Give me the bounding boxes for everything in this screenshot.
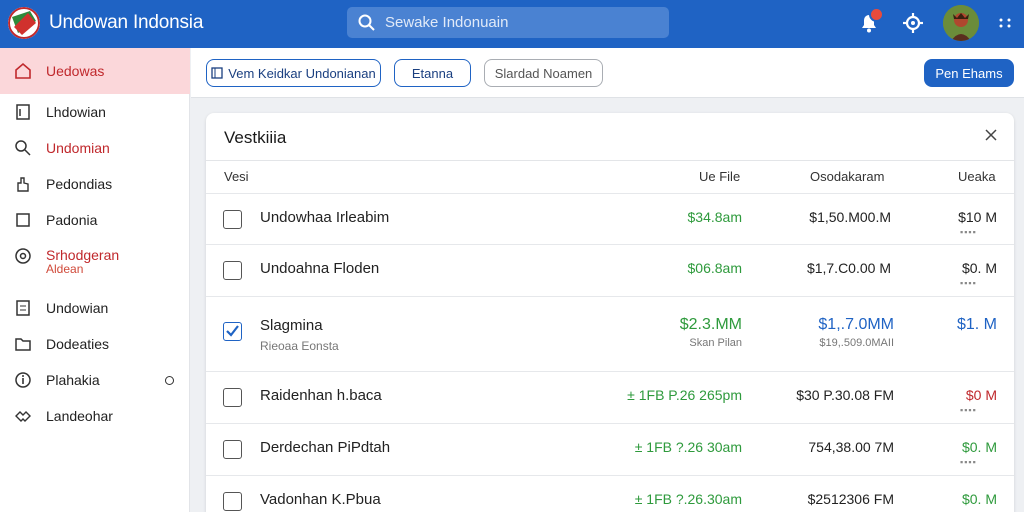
sidebar-item-pedondias[interactable]: Pedondias (0, 166, 190, 202)
slardad-noamen-button[interactable]: Slardad Noamen (484, 59, 603, 87)
more-icon[interactable]: ▪▪▪▪ (960, 278, 977, 288)
pen-ehams-button[interactable]: Pen Ehams (924, 59, 1014, 87)
sidebar-item-uedowas[interactable]: Uedowas (0, 48, 190, 94)
sidebar-item-undowian[interactable]: Undowian (0, 290, 190, 326)
search-icon (15, 140, 31, 156)
list-icon (16, 300, 30, 316)
more-icon[interactable]: ▪▪▪▪ (960, 227, 977, 237)
square-icon (16, 213, 30, 227)
table-row[interactable]: Vadonhan K.Pbua ± 1FB ?.26.30am $2512306… (206, 475, 1014, 512)
avatar[interactable] (943, 5, 979, 41)
row-checkbox[interactable] (223, 322, 242, 341)
notification-badge (869, 7, 884, 22)
search-icon (358, 14, 375, 31)
sidebar-item-dodeaties[interactable]: Dodeaties (0, 326, 190, 362)
data-panel: Vestkiiia Vesi Ue File Osodakaram Ueaka … (206, 113, 1014, 512)
info-icon (15, 372, 31, 388)
hand-icon (17, 177, 29, 192)
row-checkbox[interactable] (223, 388, 242, 407)
home-icon (15, 62, 31, 79)
sidebar-item-srhodgeran[interactable]: Srhodgeran Aldean (0, 238, 190, 284)
row-checkbox[interactable] (223, 492, 242, 511)
table-row-selected[interactable]: Slagmina Rieoaa Eonsta $2.3.MM Skan Pila… (206, 296, 1014, 371)
sidebar-item-undomian[interactable]: Undomian (0, 130, 190, 166)
document-icon (16, 104, 30, 120)
row-checkbox[interactable] (223, 440, 242, 459)
row-checkbox[interactable] (223, 210, 242, 229)
gear-icon[interactable] (900, 10, 926, 36)
handshake-icon (15, 411, 31, 422)
app-title: Undowan Indonsia (49, 12, 204, 33)
column-header[interactable]: Ueaka (958, 169, 996, 184)
sidebar: Uedowas Lhdowian Undomian Pedondias Pado… (0, 48, 190, 512)
table-row[interactable]: Derdechan PiPdtah ± 1FB ?.26 30am 754,38… (206, 423, 1014, 475)
table-row[interactable]: Raidenhan h.baca ± 1FB P.26 265pm $30 P.… (206, 371, 1014, 423)
sidebar-item-padonia[interactable]: Padonia (0, 202, 190, 238)
etanna-button[interactable]: Etanna (394, 59, 471, 87)
status-dot (165, 375, 174, 385)
search-input[interactable] (385, 14, 655, 31)
sidebar-item-lhdowian[interactable]: Lhdowian (0, 94, 190, 130)
target-icon (15, 248, 31, 264)
column-header[interactable]: Osodakaram (810, 169, 884, 184)
sidebar-item-landeohar[interactable]: Landeohar (0, 398, 190, 434)
search-bar[interactable] (347, 7, 669, 38)
app-logo[interactable] (8, 7, 40, 39)
vem-keidkar-button[interactable]: Vem Keidkar Undonianan (206, 59, 381, 87)
table-row[interactable]: Undoahna Floden $06.8am $1,7.C0.00 M $0.… (206, 244, 1014, 296)
close-icon[interactable] (984, 128, 998, 142)
top-bar: Undowan Indonsia (0, 0, 1024, 48)
folder-icon (15, 338, 31, 351)
panel-title: Vestkiiia (224, 128, 287, 147)
more-icon[interactable]: ▪▪▪▪ (960, 405, 977, 415)
document-icon (211, 67, 223, 79)
checkmark-icon (226, 325, 239, 337)
row-checkbox[interactable] (223, 261, 242, 280)
apps-grid-icon[interactable] (995, 13, 1015, 33)
sidebar-item-plahakia[interactable]: Plahakia (0, 362, 190, 398)
more-icon[interactable]: ▪▪▪▪ (960, 457, 977, 467)
toolbar: Vem Keidkar Undonianan Etanna Slardad No… (191, 48, 1024, 98)
column-header[interactable]: Ue File (699, 169, 740, 184)
table-row[interactable]: Undowhaa Irleabim $34.8am $1,50.M00.M $1… (206, 193, 1014, 245)
column-header[interactable]: Vesi (224, 169, 249, 184)
